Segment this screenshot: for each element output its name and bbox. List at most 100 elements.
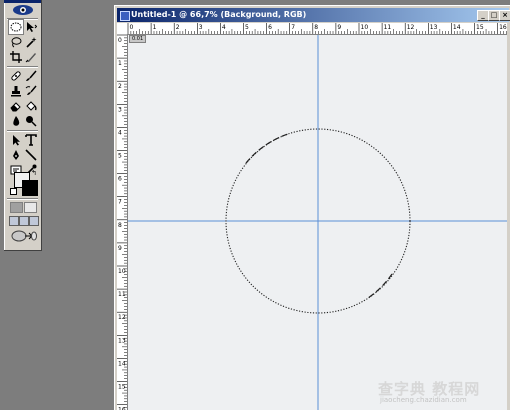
lasso-tool[interactable] [9, 35, 23, 49]
default-colors-icon[interactable] [10, 188, 17, 195]
ruler-label: 14 [453, 24, 461, 31]
pen-icon [13, 150, 19, 160]
pen-tool[interactable] [9, 148, 23, 162]
ruler-label: 5 [118, 153, 122, 160]
ruler-label: 3 [118, 106, 122, 113]
full-screen-menu-mode-button[interactable] [19, 216, 29, 226]
dodge-icon [26, 116, 37, 127]
ruler-label: 10 [118, 268, 126, 275]
healing-brush-icon [11, 71, 21, 81]
document-window: Untitled-1 @ 66,7% (Background, RGB) _ □… [114, 5, 510, 410]
toolbox-grip[interactable] [4, 0, 41, 3]
path-selection-icon [13, 135, 20, 146]
standard-mode-button[interactable] [10, 202, 23, 213]
ruler-label: 9 [337, 24, 341, 31]
horizontal-ruler[interactable]: 0 1 2 3 4 5 6 7 8 9 10 11 12 13 14 15 16 [127, 23, 507, 35]
move-tool[interactable] [24, 20, 38, 34]
ruler-label: 3 [199, 24, 203, 31]
ruler-label: 12 [118, 314, 126, 321]
history-brush-icon [25, 85, 37, 95]
marquee-tool[interactable] [8, 19, 24, 35]
crop-tool[interactable] [9, 50, 23, 64]
document-icon [120, 11, 130, 21]
vertical-ruler-ticks: 012345678910111213141516 [117, 34, 127, 410]
ruler-label: 2 [176, 24, 180, 31]
ruler-label: 11 [384, 24, 392, 31]
ruler-label: 16 [118, 407, 126, 410]
dodge-tool[interactable] [24, 114, 38, 128]
clone-stamp-tool[interactable] [9, 84, 23, 98]
close-button[interactable]: × [499, 10, 510, 21]
ruler-label: 4 [222, 24, 226, 31]
type-tool[interactable] [24, 133, 38, 147]
ruler-label: 11 [118, 291, 126, 298]
line-shape-icon [25, 149, 37, 161]
ruler-label: 15 [118, 384, 126, 391]
blur-tool[interactable] [9, 114, 23, 128]
brush-tool[interactable] [24, 69, 38, 83]
ruler-label: 6 [118, 176, 122, 183]
slice-tool[interactable] [24, 50, 38, 64]
ruler-label: 12 [407, 24, 415, 31]
blur-icon [13, 116, 20, 126]
magic-wand-tool[interactable] [24, 35, 38, 49]
move-icon [27, 22, 37, 32]
watermark: 查字典 教程网 jiaocheng.chazidian.com [378, 378, 506, 406]
ruler-label: 14 [118, 360, 126, 367]
quick-mask-mode-button[interactable] [24, 202, 37, 213]
ruler-label: 10 [361, 24, 369, 31]
standard-screen-mode-button[interactable] [9, 216, 19, 226]
background-color-swatch[interactable] [22, 180, 38, 196]
ruler-label: 2 [118, 83, 122, 90]
ruler-label: 7 [118, 199, 122, 206]
ruler-label: 15 [476, 24, 484, 31]
type-icon [25, 134, 37, 146]
toolbox-divider [7, 130, 38, 131]
toolbox-panel: ↰ [4, 0, 42, 251]
history-brush-tool[interactable] [24, 84, 38, 98]
photoshop-eye-icon[interactable] [12, 4, 34, 16]
watermark-url: jiaocheng.chazidian.com [380, 396, 467, 404]
ruler-label: 16 [499, 24, 507, 31]
document-title-bar[interactable]: Untitled-1 @ 66,7% (Background, RGB) _ □… [117, 8, 510, 22]
brush-icon [26, 70, 37, 81]
magic-wand-icon [26, 37, 37, 48]
selection-marquee-segment [367, 273, 393, 299]
ruler-label: 6 [268, 24, 272, 31]
ruler-label: 8 [118, 222, 122, 229]
paint-bucket-tool[interactable] [24, 99, 38, 113]
ruler-label: 1 [118, 60, 122, 67]
toolbox-divider [7, 18, 38, 19]
ruler-label: 4 [118, 129, 122, 136]
ruler-label: 0 [118, 37, 122, 44]
selection-marquee-segment [245, 133, 289, 164]
slice-icon [25, 53, 36, 63]
ruler-label: 13 [118, 337, 126, 344]
eraser-icon [10, 102, 21, 112]
jump-to-imageready-icon[interactable] [11, 230, 37, 242]
document-title: Untitled-1 @ 66,7% (Background, RGB) [131, 10, 307, 19]
toolbox-divider [7, 198, 38, 199]
marquee-icon [10, 22, 22, 32]
eraser-tool[interactable] [9, 99, 23, 113]
clone-stamp-icon [11, 86, 21, 97]
healing-brush-tool[interactable] [9, 69, 23, 83]
line-shape-tool[interactable] [24, 148, 38, 162]
path-selection-tool[interactable] [9, 133, 23, 147]
ruler-label: 5 [245, 24, 249, 31]
full-screen-mode-button[interactable] [29, 216, 39, 226]
ruler-label: 1 [153, 24, 157, 31]
vertical-ruler[interactable]: 012345678910111213141516 [117, 34, 128, 410]
lasso-icon [11, 37, 22, 48]
swap-colors-icon[interactable]: ↰ [31, 169, 37, 177]
ruler-label: 7 [291, 24, 295, 31]
crop-icon [10, 51, 22, 63]
ruler-label: 0 [130, 24, 134, 31]
image-canvas[interactable]: 0.01 [128, 35, 507, 410]
ruler-label: 9 [118, 245, 122, 252]
toolbox-divider [7, 66, 38, 67]
ruler-label: 8 [314, 24, 318, 31]
paint-bucket-icon [26, 101, 37, 111]
ruler-label: 13 [430, 24, 438, 31]
canvas-overlay [128, 35, 507, 410]
